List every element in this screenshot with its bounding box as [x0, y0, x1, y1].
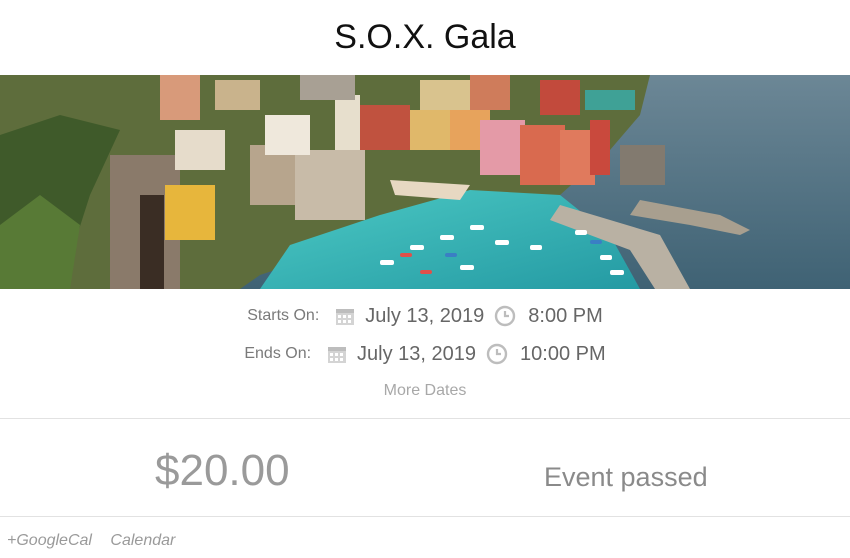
- start-time: 8:00 PM: [528, 304, 603, 327]
- start-date: July 13, 2019: [365, 304, 485, 327]
- ticket-price: $20.00: [155, 446, 290, 495]
- clock-icon: [486, 343, 508, 365]
- divider: [0, 418, 850, 419]
- start-label: Starts On:: [247, 307, 320, 324]
- calendar-links: +GoogleCal Calendar: [7, 532, 189, 550]
- end-time: 10:00 PM: [520, 342, 606, 365]
- divider: [0, 516, 850, 517]
- calendar-icon: [335, 306, 355, 326]
- calendar-icon: [327, 344, 347, 364]
- event-hero-image: [0, 75, 850, 289]
- event-status: Event passed: [544, 462, 708, 492]
- more-dates-link[interactable]: More Dates: [0, 382, 850, 400]
- start-date-row: Starts On: July 13, 2019 8:00 PM: [0, 301, 850, 331]
- clock-icon: [494, 305, 516, 327]
- end-label: Ends On:: [244, 345, 312, 362]
- end-date-row: Ends On: July 13, 2019 10:00 PM: [0, 339, 850, 369]
- calendar-link[interactable]: Calendar: [110, 532, 175, 549]
- event-title: S.O.X. Gala: [334, 18, 516, 56]
- google-calendar-link[interactable]: +GoogleCal: [7, 532, 92, 549]
- end-date: July 13, 2019: [357, 342, 477, 365]
